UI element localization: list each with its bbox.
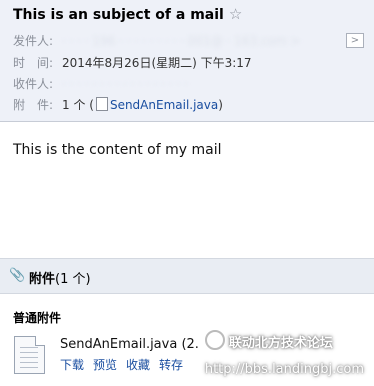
time-row: 时 间: 2014年8月26日(星期二) 下午3:17 xyxy=(13,54,252,71)
attachment-title-text: 附件 xyxy=(29,272,56,287)
watermark: 联动北方技术论坛 http://bbs.landingbj.com xyxy=(204,330,364,377)
watermark-name: 联动北方技术论坛 xyxy=(228,336,333,351)
attach-label: 附 件: xyxy=(13,98,54,112)
attach-file-link[interactable]: SendAnEmail.java xyxy=(110,98,218,112)
attachment-file-row: SendAnEmail.java (2. xyxy=(60,337,199,352)
attach-count: 1 个 ( xyxy=(62,98,94,112)
paperclip-icon: 📎 xyxy=(9,268,26,283)
mail-subject: This is an subject of a mail ☆ xyxy=(13,5,242,23)
star-outline-icon[interactable]: ☆ xyxy=(229,5,242,23)
chevron-right-icon[interactable]: > xyxy=(346,33,364,48)
attachment-file-size: (2. xyxy=(181,337,199,352)
time-value: 2014年8月26日(星期二) 下午3:17 xyxy=(62,56,252,70)
header-divider xyxy=(0,121,374,122)
attachment-actions: 下载 预览 收藏 转存 xyxy=(60,356,192,373)
document-line xyxy=(20,362,38,363)
time-label: 时 间: xyxy=(13,56,54,70)
to-value[interactable]: · · · · · · · · · · · · · · · · · xyxy=(62,77,188,91)
document-line xyxy=(20,367,38,368)
mail-content: This is the content of my mail xyxy=(13,142,222,158)
mail-header: This is an subject of a mail ☆ 发件人: · · · … xyxy=(0,0,374,121)
watermark-url: http://bbs.landingbj.com xyxy=(204,362,364,377)
to-label: 收件人: xyxy=(13,77,54,91)
document-line xyxy=(20,347,38,348)
from-label: 发件人: xyxy=(13,34,54,48)
watermark-logo-icon xyxy=(204,330,225,350)
preview-link[interactable]: 预览 xyxy=(93,358,117,372)
attach-close: ) xyxy=(218,98,223,112)
document-line xyxy=(20,357,38,358)
document-line xyxy=(20,352,38,353)
normal-attachment-title: 普通附件 xyxy=(13,311,62,325)
subject-text: This is an subject of a mail xyxy=(13,7,224,23)
attachment-header: 📎 附件(1 个) xyxy=(0,258,374,294)
attachment-title: 附件(1 个) xyxy=(29,268,91,287)
favorite-link[interactable]: 收藏 xyxy=(126,358,150,372)
save-to-link[interactable]: 转存 xyxy=(159,358,183,372)
file-icon xyxy=(95,97,108,111)
download-link[interactable]: 下载 xyxy=(60,358,84,372)
attachment-file-name[interactable]: SendAnEmail.java xyxy=(60,337,177,352)
attachment-count: (1 个) xyxy=(55,272,91,287)
from-value[interactable]: · · · · 196 · · · · · · · · · 001@ · 163… xyxy=(62,34,300,48)
attach-row: 附 件: 1 个 ( SendAnEmail.java) xyxy=(13,96,223,113)
document-icon[interactable] xyxy=(14,336,45,374)
to-row: 收件人: · · · · · · · · · · · · · · · · · xyxy=(13,75,188,92)
document-fold xyxy=(35,336,45,346)
from-row: 发件人: · · · · 196 · · · · · · · · · 001@ ·… xyxy=(13,32,300,49)
